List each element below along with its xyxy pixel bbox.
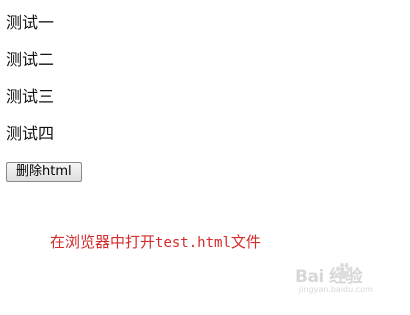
page-content: 测试一 测试二 测试三 测试四 删除html [6, 12, 82, 182]
caption-filename: test.html [155, 235, 231, 251]
baidu-jingyan-watermark: Bai 经验 jingyan.baidu.com [285, 258, 397, 302]
caption: 在浏览器中打开test.html文件 [50, 232, 261, 253]
watermark-site: jingyan.baidu.com [299, 285, 373, 294]
caption-prefix: 在浏览器中打开 [50, 233, 156, 251]
test-line-4: 测试四 [6, 124, 55, 143]
test-line-3: 测试三 [6, 87, 55, 106]
test-line-1: 测试一 [6, 13, 55, 32]
caption-suffix: 文件 [230, 233, 261, 251]
paw-icon [336, 262, 353, 280]
delete-html-button[interactable]: 删除html [6, 162, 82, 182]
test-line-2: 测试二 [6, 50, 55, 69]
